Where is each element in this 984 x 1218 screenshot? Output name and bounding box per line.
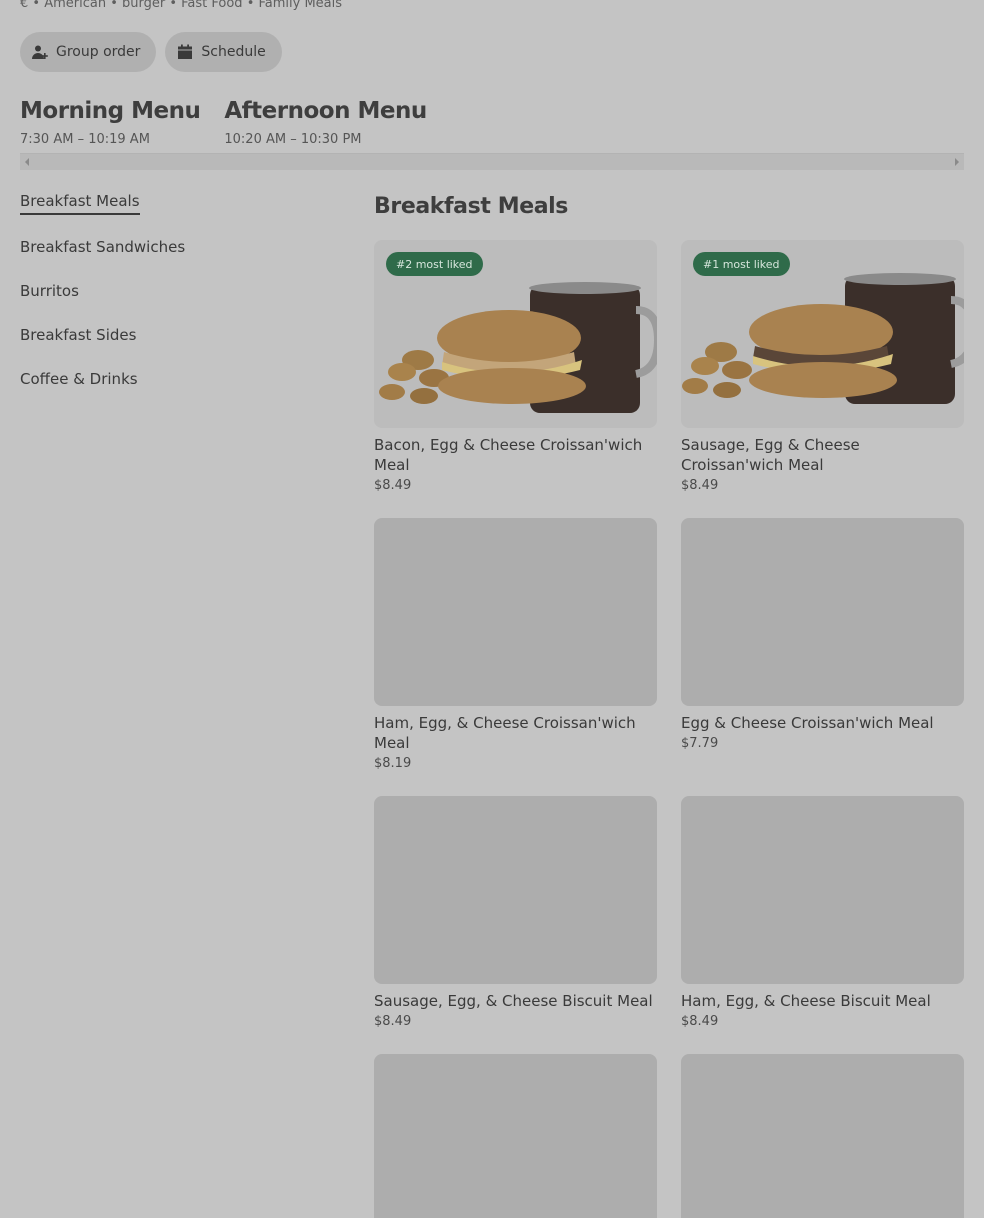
menu-item-card[interactable]: [681, 1054, 965, 1218]
menu-item-card[interactable]: [374, 1054, 658, 1218]
food-image-placeholder[interactable]: [681, 796, 964, 984]
menu-item-card[interactable]: Ham, Egg, & Cheese Croissan'wich Meal $8…: [374, 518, 658, 771]
food-image-placeholder[interactable]: [374, 796, 657, 984]
category-sidebar: Breakfast Meals Breakfast Sandwiches Bur…: [20, 192, 185, 414]
item-name: Sausage, Egg, & Cheese Biscuit Meal: [374, 992, 653, 1010]
menu-item-card[interactable]: #1 most liked Sausage, Egg & Cheese Croi…: [681, 240, 965, 493]
item-name: Egg & Cheese Croissan'wich Meal: [681, 714, 934, 732]
add-person-icon: [32, 45, 48, 59]
menu-title: Morning Menu: [20, 98, 201, 124]
menu-item-card[interactable]: Ham, Egg, & Cheese Biscuit Meal $8.49: [681, 796, 965, 1029]
action-row: Group order Schedule: [20, 32, 282, 72]
sidebar-item-breakfast-sandwiches[interactable]: Breakfast Sandwiches: [20, 238, 185, 282]
food-image[interactable]: #1 most liked: [681, 240, 964, 428]
tab-morning-menu[interactable]: Morning Menu 7:30 AM – 10:19 AM: [20, 98, 201, 157]
schedule-button[interactable]: Schedule: [165, 32, 282, 72]
item-price: $8.49: [681, 1014, 719, 1029]
item-name: Bacon, Egg & Cheese Croissan'wich Meal: [374, 436, 643, 474]
store-tags: € • American • burger • Fast Food • Fami…: [20, 0, 343, 11]
menu-title: Afternoon Menu: [224, 98, 427, 124]
scroll-right-icon[interactable]: [955, 158, 959, 166]
scroll-left-icon[interactable]: [25, 158, 29, 166]
food-image-placeholder[interactable]: [681, 1054, 964, 1218]
most-liked-badge: #2 most liked: [386, 252, 483, 276]
sidebar-item-breakfast-sides[interactable]: Breakfast Sides: [20, 326, 185, 370]
group-order-button[interactable]: Group order: [20, 32, 157, 72]
menu-hours: 10:20 AM – 10:30 PM: [224, 132, 362, 147]
item-price: $8.49: [374, 1014, 412, 1029]
food-image-placeholder[interactable]: [681, 518, 964, 706]
item-name: Sausage, Egg & Cheese Croissan'wich Meal: [681, 436, 860, 474]
section-title: Breakfast Meals: [374, 194, 568, 219]
sidebar-item-label: Coffee & Drinks: [20, 370, 138, 388]
menu-hours: 7:30 AM – 10:19 AM: [20, 132, 150, 147]
item-name: Ham, Egg, & Cheese Biscuit Meal: [681, 992, 931, 1010]
item-price: $8.49: [681, 478, 719, 493]
item-price: $8.49: [374, 478, 412, 493]
item-price: $7.79: [681, 736, 719, 751]
schedule-label: Schedule: [201, 44, 266, 60]
sidebar-item-label: Breakfast Meals: [20, 192, 140, 215]
tab-afternoon-menu[interactable]: Afternoon Menu 10:20 AM – 10:30 PM: [224, 98, 427, 147]
menu-item-card[interactable]: Sausage, Egg, & Cheese Biscuit Meal $8.4…: [374, 796, 658, 1029]
sidebar-item-coffee-drinks[interactable]: Coffee & Drinks: [20, 370, 185, 414]
group-order-label: Group order: [56, 44, 141, 60]
menu-item-card[interactable]: #2 most liked Bacon, Egg & Cheese Croiss…: [374, 240, 658, 493]
horizontal-scrollbar[interactable]: [20, 153, 964, 170]
menu-tabs: Morning Menu 7:30 AM – 10:19 AM Afternoo…: [20, 98, 427, 157]
food-image-placeholder[interactable]: [374, 518, 657, 706]
sidebar-item-burritos[interactable]: Burritos: [20, 282, 185, 326]
sidebar-item-label: Breakfast Sandwiches: [20, 238, 186, 256]
food-image[interactable]: #2 most liked: [374, 240, 657, 428]
sidebar-item-label: Burritos: [20, 282, 79, 300]
menu-item-card[interactable]: Egg & Cheese Croissan'wich Meal $7.79: [681, 518, 965, 751]
most-liked-badge: #1 most liked: [693, 252, 790, 276]
item-price: $8.19: [374, 756, 412, 771]
sidebar-item-label: Breakfast Sides: [20, 326, 137, 344]
sidebar-item-breakfast-meals[interactable]: Breakfast Meals: [20, 192, 185, 238]
food-image-placeholder[interactable]: [374, 1054, 657, 1218]
calendar-icon: [178, 44, 193, 59]
item-name: Ham, Egg, & Cheese Croissan'wich Meal: [374, 714, 636, 752]
